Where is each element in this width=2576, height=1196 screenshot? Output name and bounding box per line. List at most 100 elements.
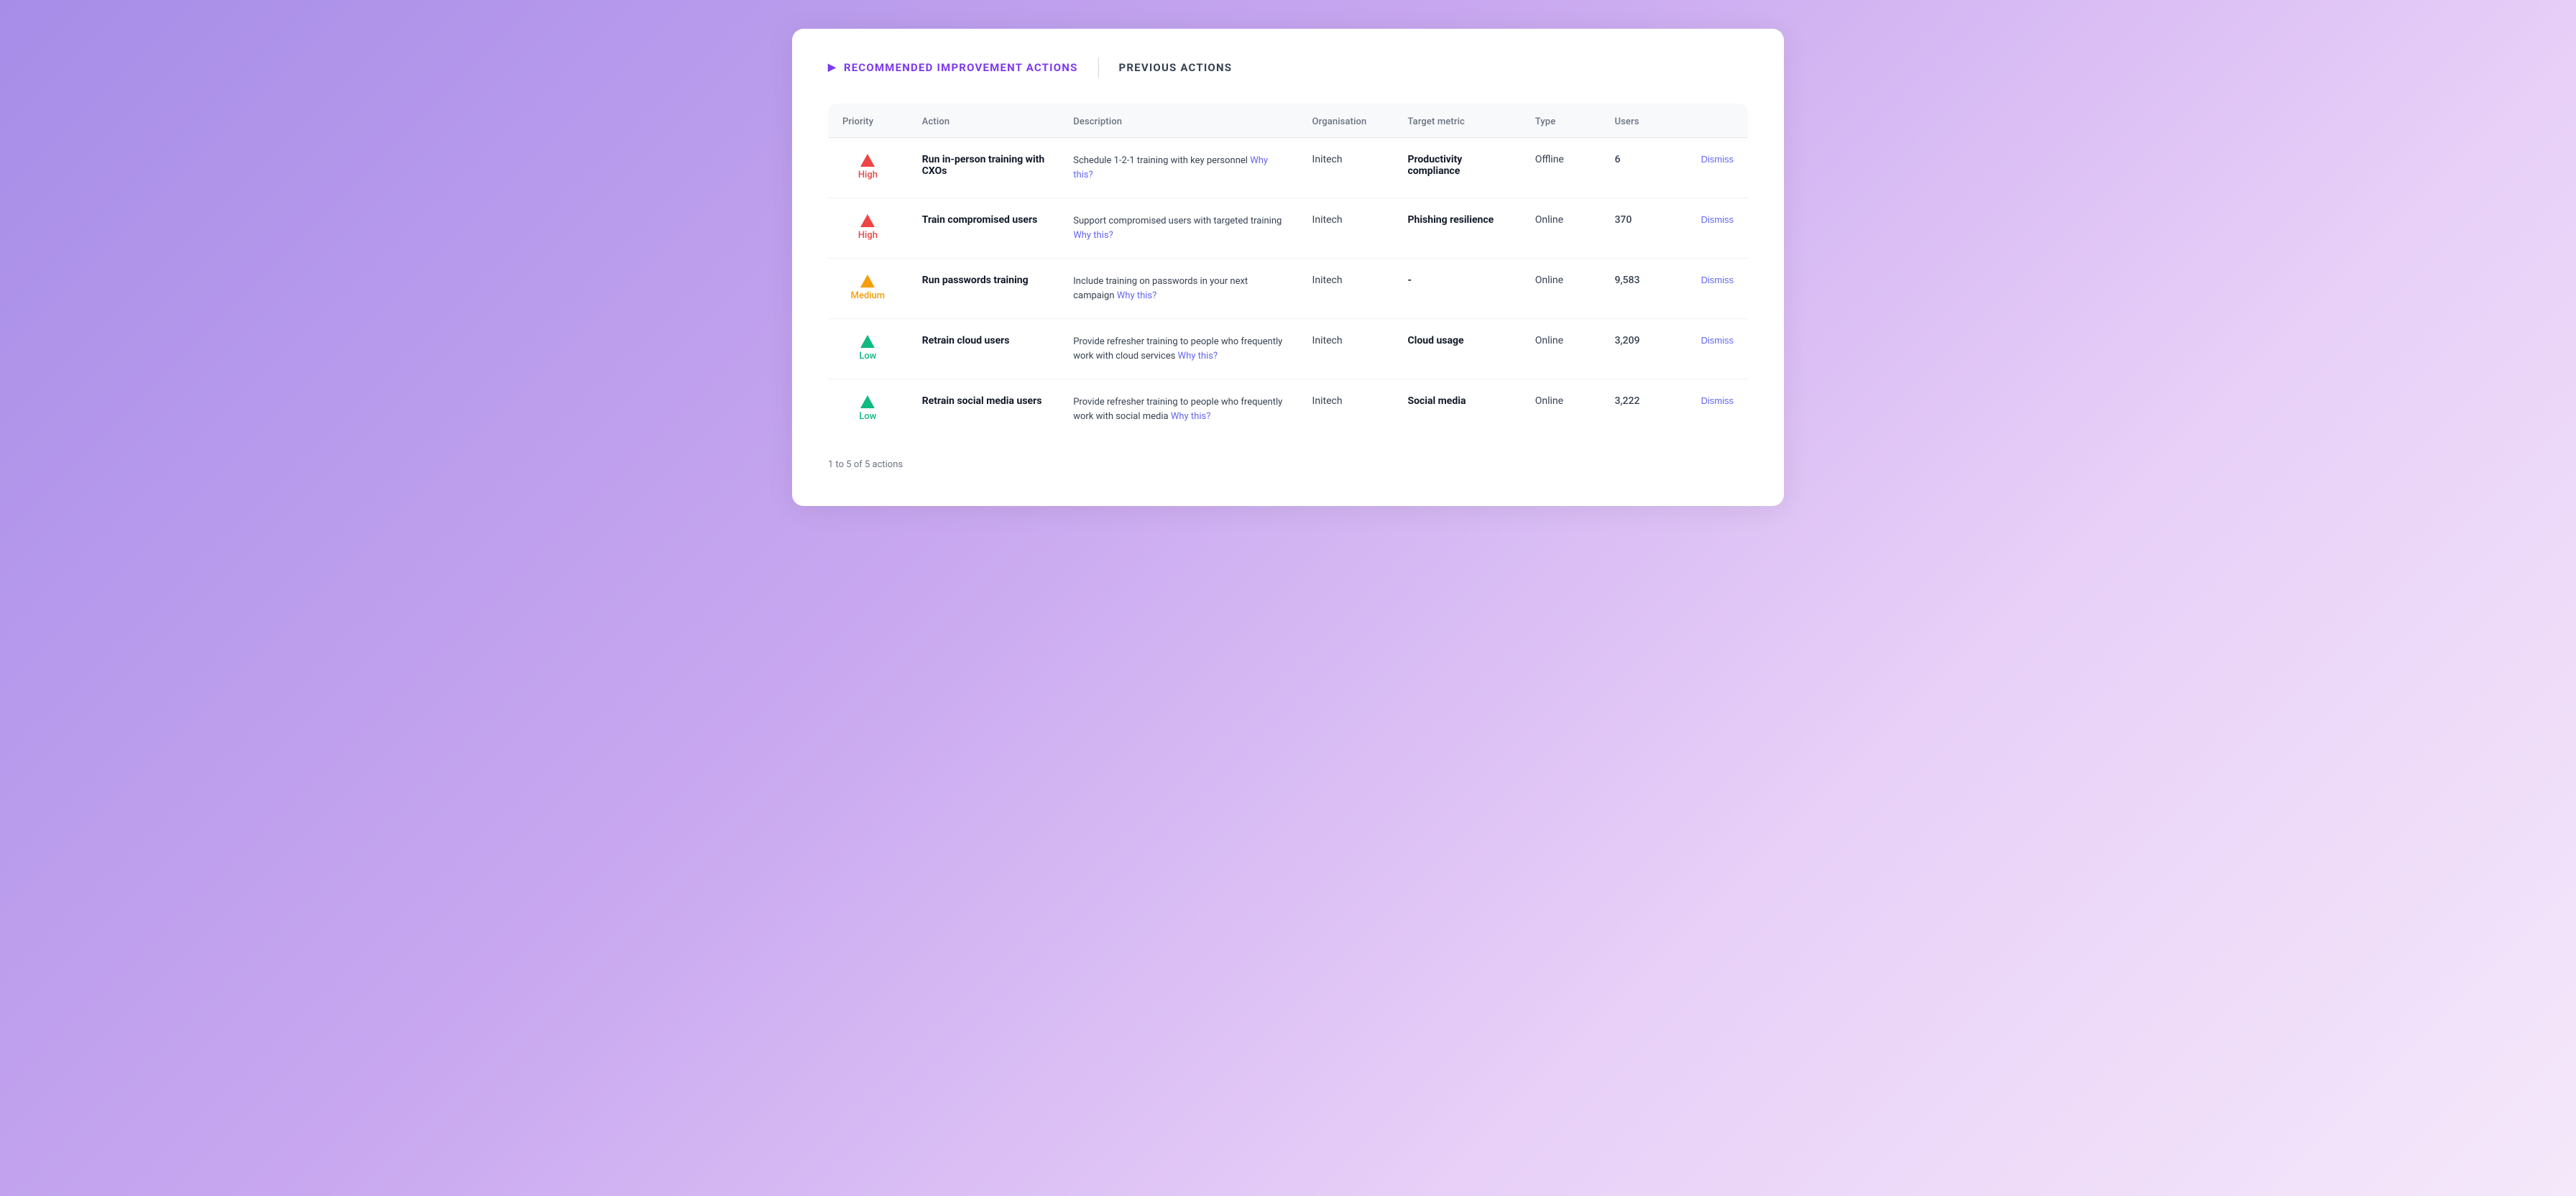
col-header-type: Type bbox=[1521, 104, 1601, 138]
action-name: Retrain social media users bbox=[922, 395, 1042, 407]
users-count: 6 bbox=[1614, 154, 1620, 165]
col-header-actions bbox=[1680, 104, 1748, 138]
table-header-row: Priority Action Description Organisation… bbox=[828, 104, 1748, 138]
description-text: Schedule 1-2-1 training with key personn… bbox=[1073, 155, 1268, 180]
users-count: 9,583 bbox=[1614, 275, 1639, 286]
col-header-organisation: Organisation bbox=[1298, 104, 1394, 138]
priority-cell: High bbox=[828, 138, 908, 198]
target-metric-text: - bbox=[1407, 275, 1412, 286]
priority-triangle-icon bbox=[860, 395, 875, 408]
tab-recommended[interactable]: ▶ RECOMMENDED IMPROVEMENT ACTIONS bbox=[828, 61, 1078, 74]
why-this-link[interactable]: Why this? bbox=[1073, 155, 1268, 180]
action-cell: Retrain social media users bbox=[908, 380, 1059, 440]
organisation-cell: Initech bbox=[1298, 198, 1394, 259]
priority-cell: Low bbox=[828, 380, 908, 440]
action-name: Train compromised users bbox=[922, 214, 1038, 226]
type-cell: Online bbox=[1521, 259, 1601, 319]
organisation-cell: Initech bbox=[1298, 138, 1394, 198]
priority-cell: High bbox=[828, 198, 908, 259]
col-header-priority: Priority bbox=[828, 104, 908, 138]
main-card: ▶ RECOMMENDED IMPROVEMENT ACTIONS PREVIO… bbox=[792, 29, 1784, 506]
organisation-cell: Initech bbox=[1298, 259, 1394, 319]
organisation-cell: Initech bbox=[1298, 380, 1394, 440]
users-cell: 9,583 bbox=[1600, 259, 1680, 319]
action-cell: Train compromised users bbox=[908, 198, 1059, 259]
priority-triangle-icon bbox=[860, 335, 875, 348]
users-count: 370 bbox=[1614, 214, 1632, 226]
target-metric-cell: Social media bbox=[1393, 380, 1520, 440]
col-header-target-metric: Target metric bbox=[1393, 104, 1520, 138]
col-header-description: Description bbox=[1059, 104, 1297, 138]
why-this-link[interactable]: Why this? bbox=[1178, 351, 1218, 362]
action-cell: Retrain cloud users bbox=[908, 319, 1059, 380]
target-metric-text: Productivity compliance bbox=[1407, 154, 1462, 177]
description-cell: Provide refresher training to people who… bbox=[1059, 380, 1297, 440]
dismiss-button[interactable]: Dismiss bbox=[1701, 214, 1734, 225]
description-text: Provide refresher training to people who… bbox=[1073, 397, 1282, 422]
target-metric-text: Social media bbox=[1407, 395, 1466, 407]
organisation-cell: Initech bbox=[1298, 319, 1394, 380]
action-name: Retrain cloud users bbox=[922, 335, 1010, 346]
tab-previous[interactable]: PREVIOUS ACTIONS bbox=[1119, 61, 1233, 74]
description-cell: Provide refresher training to people who… bbox=[1059, 319, 1297, 380]
priority-label: Low bbox=[859, 411, 876, 422]
target-metric-text: Phishing resilience bbox=[1407, 214, 1494, 226]
users-cell: 370 bbox=[1600, 198, 1680, 259]
target-metric-cell: Cloud usage bbox=[1393, 319, 1520, 380]
table-row: Low Retrain social media users Provide ref… bbox=[828, 380, 1748, 440]
type-cell: Online bbox=[1521, 319, 1601, 380]
description-cell: Support compromised users with targeted … bbox=[1059, 198, 1297, 259]
dismiss-cell: Dismiss bbox=[1680, 198, 1748, 259]
priority-triangle-icon bbox=[860, 154, 875, 167]
priority-cell: Medium bbox=[828, 259, 908, 319]
type-cell: Online bbox=[1521, 380, 1601, 440]
dismiss-cell: Dismiss bbox=[1680, 138, 1748, 198]
table-row: Low Retrain cloud users Provide refresher … bbox=[828, 319, 1748, 380]
dismiss-button[interactable]: Dismiss bbox=[1701, 395, 1734, 406]
pagination-text: 1 to 5 of 5 actions bbox=[828, 459, 1748, 470]
priority-label: Low bbox=[859, 351, 876, 362]
tab-divider bbox=[1098, 58, 1099, 78]
table-row: High Train compromised users Support compr… bbox=[828, 198, 1748, 259]
target-metric-cell: Productivity compliance bbox=[1393, 138, 1520, 198]
dismiss-button[interactable]: Dismiss bbox=[1701, 335, 1734, 346]
priority-label: High bbox=[858, 230, 878, 241]
actions-table: Priority Action Description Organisation… bbox=[828, 104, 1748, 439]
users-cell: 6 bbox=[1600, 138, 1680, 198]
users-count: 3,222 bbox=[1614, 395, 1639, 407]
action-name: Run in-person training with CXOs bbox=[922, 154, 1044, 177]
type-cell: Online bbox=[1521, 198, 1601, 259]
type-cell: Offline bbox=[1521, 138, 1601, 198]
dismiss-button[interactable]: Dismiss bbox=[1701, 275, 1734, 285]
actions-table-wrapper: Priority Action Description Organisation… bbox=[828, 104, 1748, 439]
why-this-link[interactable]: Why this? bbox=[1171, 411, 1211, 422]
target-metric-text: Cloud usage bbox=[1407, 335, 1463, 346]
tab-recommended-label: RECOMMENDED IMPROVEMENT ACTIONS bbox=[844, 61, 1078, 74]
description-text: Provide refresher training to people who… bbox=[1073, 336, 1282, 362]
col-header-users: Users bbox=[1600, 104, 1680, 138]
target-metric-cell: - bbox=[1393, 259, 1520, 319]
dismiss-cell: Dismiss bbox=[1680, 380, 1748, 440]
priority-triangle-icon bbox=[860, 275, 875, 288]
dismiss-cell: Dismiss bbox=[1680, 259, 1748, 319]
arrow-icon: ▶ bbox=[828, 62, 837, 73]
priority-cell: Low bbox=[828, 319, 908, 380]
action-name: Run passwords training bbox=[922, 275, 1029, 286]
users-cell: 3,209 bbox=[1600, 319, 1680, 380]
description-text: Support compromised users with targeted … bbox=[1073, 216, 1282, 241]
tab-bar: ▶ RECOMMENDED IMPROVEMENT ACTIONS PREVIO… bbox=[828, 58, 1748, 78]
priority-label: High bbox=[858, 170, 878, 180]
col-header-action: Action bbox=[908, 104, 1059, 138]
why-this-link[interactable]: Why this? bbox=[1117, 290, 1157, 301]
description-cell: Include training on passwords in your ne… bbox=[1059, 259, 1297, 319]
description-cell: Schedule 1-2-1 training with key personn… bbox=[1059, 138, 1297, 198]
why-this-link[interactable]: Why this? bbox=[1073, 230, 1113, 241]
priority-label: Medium bbox=[851, 290, 886, 301]
dismiss-button[interactable]: Dismiss bbox=[1701, 154, 1734, 165]
table-row: High Run in-person training with CXOs Sche… bbox=[828, 138, 1748, 198]
action-cell: Run in-person training with CXOs bbox=[908, 138, 1059, 198]
description-text: Include training on passwords in your ne… bbox=[1073, 276, 1248, 301]
dismiss-cell: Dismiss bbox=[1680, 319, 1748, 380]
target-metric-cell: Phishing resilience bbox=[1393, 198, 1520, 259]
users-cell: 3,222 bbox=[1600, 380, 1680, 440]
